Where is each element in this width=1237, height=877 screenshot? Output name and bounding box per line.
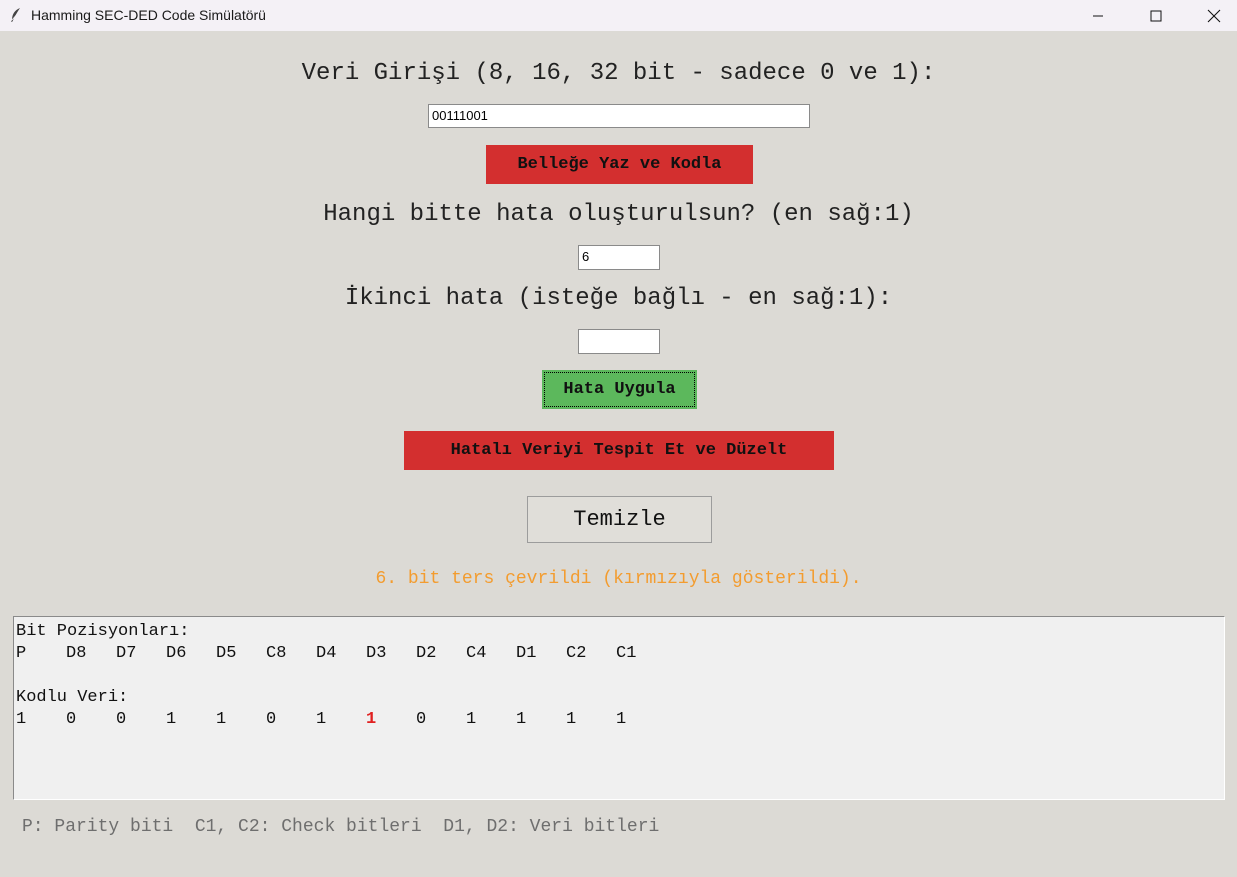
encode-button[interactable]: Belleğe Yaz ve Kodla xyxy=(486,145,753,184)
maximize-button[interactable] xyxy=(1133,0,1179,31)
data-input[interactable]: 00111001 xyxy=(428,104,810,128)
output-text-area[interactable]: Bit Pozisyonları: P D8 D7 D6 D5 C8 D4 D3 D2 C4 D1 C… xyxy=(13,616,1225,800)
positions-row: P D8 D7 D6 D5 C8 D4 D3 D2 C4 D1 C2 C1 xyxy=(16,643,1222,665)
position-cell: C2 xyxy=(566,644,587,663)
coded-bit-cell: 1 xyxy=(566,710,577,729)
position-cell: D8 xyxy=(66,644,87,663)
position-cell: D7 xyxy=(116,644,137,663)
coded-row: 1 0 0 1 1 0 1 1 0 1 1 1 1 xyxy=(16,709,1222,731)
position-cell: D4 xyxy=(316,644,337,663)
data-input-label: Veri Girişi (8, 16, 32 bit - sadece 0 ve… xyxy=(301,60,936,87)
position-cell: D5 xyxy=(216,644,237,663)
close-icon xyxy=(1207,9,1221,22)
coded-bit-cell: 1 xyxy=(216,710,227,729)
position-cell: P xyxy=(16,644,27,663)
coded-bit-cell: 1 xyxy=(516,710,527,729)
feather-icon xyxy=(9,7,23,23)
title-bar: Hamming SEC-DED Code Simülatörü xyxy=(0,0,1237,31)
minimize-icon xyxy=(1093,15,1103,16)
coded-bit-cell: 1 xyxy=(466,710,477,729)
minimize-button[interactable] xyxy=(1075,0,1121,31)
position-cell: D6 xyxy=(166,644,187,663)
coded-bit-cell: 0 xyxy=(116,710,127,729)
legend-text: P: Parity biti C1, C2: Check bitleri D1,… xyxy=(22,817,660,837)
second-error-input[interactable] xyxy=(578,329,660,354)
position-cell: C1 xyxy=(616,644,637,663)
position-cell: D3 xyxy=(366,644,387,663)
second-error-label: İkinci hata (isteğe bağlı - en sağ:1): xyxy=(344,285,893,312)
error-bit-input[interactable]: 6 xyxy=(578,245,660,270)
coded-bit-cell: 1 xyxy=(16,710,27,729)
coded-bit-cell: 1 xyxy=(316,710,327,729)
maximize-icon xyxy=(1150,10,1162,21)
positions-title: Bit Pozisyonları: xyxy=(16,622,190,641)
position-cell: D2 xyxy=(416,644,437,663)
coded-bit-cell: 1 xyxy=(166,710,177,729)
flipped-bit-cell: 1 xyxy=(366,710,377,729)
position-cell: C4 xyxy=(466,644,487,663)
coded-title: Kodlu Veri: xyxy=(16,688,129,707)
error-bit-label: Hangi bitte hata oluşturulsun? (en sağ:1… xyxy=(323,201,914,228)
detect-correct-button[interactable]: Hatalı Veriyi Tespit Et ve Düzelt xyxy=(404,431,834,470)
coded-bit-cell: 0 xyxy=(266,710,277,729)
position-cell: D1 xyxy=(516,644,537,663)
clear-button[interactable]: Temizle xyxy=(527,496,712,543)
status-message: 6. bit ters çevrildi (kırmızıyla gösteri… xyxy=(375,569,862,589)
window-title: Hamming SEC-DED Code Simülatörü xyxy=(31,7,266,23)
close-button[interactable] xyxy=(1191,0,1237,31)
coded-bit-cell: 0 xyxy=(66,710,77,729)
apply-error-button[interactable]: Hata Uygula xyxy=(542,370,697,409)
coded-bit-cell: 0 xyxy=(416,710,427,729)
position-cell: C8 xyxy=(266,644,287,663)
coded-bit-cell: 1 xyxy=(616,710,627,729)
